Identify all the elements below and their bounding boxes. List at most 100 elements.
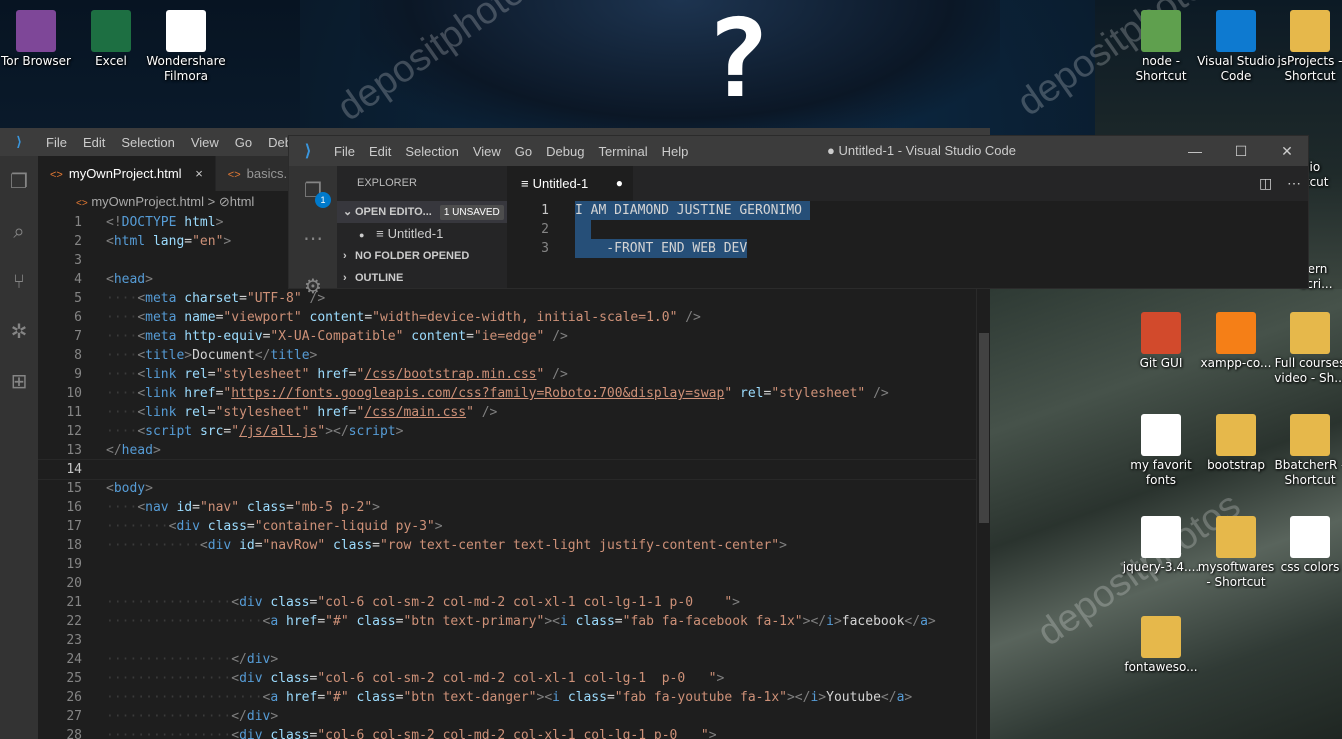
desktop-icon[interactable]: jsProjects - Shortcut xyxy=(1270,10,1342,84)
html-file-icon: <> xyxy=(50,169,63,181)
code-line[interactable]: 25 ················<div class="col-6 col-… xyxy=(38,669,976,688)
code-line[interactable]: 23 xyxy=(38,631,976,650)
more-icon[interactable]: ⋯ xyxy=(289,214,337,262)
desktop-icon[interactable]: Visual Studio Code xyxy=(1196,10,1276,84)
desktop-icon[interactable]: Git GUI xyxy=(1121,312,1201,371)
minimize-icon[interactable]: — xyxy=(1172,136,1218,166)
menu-file[interactable]: File xyxy=(38,135,75,150)
open-file-item[interactable]: ● ≡ Untitled-1 xyxy=(337,223,507,245)
menu-go[interactable]: Go xyxy=(508,144,539,159)
desktop-icon[interactable]: mysoftwares - Shortcut xyxy=(1196,516,1276,590)
code-line[interactable]: 2 xyxy=(507,220,1298,239)
desktop-icon[interactable]: xampp-co... xyxy=(1196,312,1276,371)
file-label: Untitled-1 xyxy=(387,226,444,241)
desktop-icon[interactable]: jquery-3.4.... xyxy=(1121,516,1201,575)
outline-section[interactable]: › OUTLINE xyxy=(337,267,507,289)
desktop-icon[interactable]: css colors xyxy=(1270,516,1342,575)
desktop-icon[interactable]: BbatcherR - Shortcut xyxy=(1270,414,1342,488)
code-line[interactable]: 10 ····<link href="https://fonts.googleap… xyxy=(38,384,976,403)
code-editor[interactable]: 1 I AM DIAMOND JUSTINE GERONIMO 2 3 -FRON… xyxy=(507,201,1298,288)
debug-icon[interactable]: ✲ xyxy=(0,306,38,356)
code-line[interactable]: 12 ····<script src="/js/all.js"></script> xyxy=(38,422,976,441)
code-line[interactable]: 7 ····<meta http-equiv="X-UA-Compatible" … xyxy=(38,327,976,346)
file-icon xyxy=(166,10,206,52)
unsaved-dot-icon[interactable]: ● xyxy=(616,166,623,201)
breadcrumb-node[interactable]: html xyxy=(230,194,255,209)
code-text: <body> xyxy=(106,481,153,496)
menu-go[interactable]: Go xyxy=(227,135,260,150)
tab-untitled[interactable]: ≡ Untitled-1 ● xyxy=(507,166,633,201)
desktop-icon[interactable]: bootstrap xyxy=(1196,414,1276,473)
open-editors-section[interactable]: ⌄ OPEN EDITO... 1 UNSAVED xyxy=(337,201,507,223)
element-icon: ⊘ xyxy=(218,194,230,209)
menu-help[interactable]: Help xyxy=(655,144,696,159)
activity-bar: ❐ ⌕ ⑂ ✲ ⊞ xyxy=(0,156,38,739)
code-line[interactable]: 20 xyxy=(38,574,976,593)
question-mark-graphic: ? xyxy=(705,0,771,122)
desktop-icon[interactable]: my favorit fonts xyxy=(1121,414,1201,488)
code-line[interactable]: 1 I AM DIAMOND JUSTINE GERONIMO xyxy=(507,201,1298,220)
menu-selection[interactable]: Selection xyxy=(113,135,182,150)
extensions-icon[interactable]: ⊞ xyxy=(0,356,38,406)
code-line[interactable]: 24 ················</div> xyxy=(38,650,976,669)
code-line[interactable]: 28 ················<div class="col-6 col-… xyxy=(38,726,976,739)
search-icon[interactable]: ⌕ xyxy=(0,206,38,256)
menu-edit[interactable]: Edit xyxy=(362,144,398,159)
explorer-icon[interactable]: ❐ 1 xyxy=(289,166,337,214)
code-line[interactable]: 3 -FRONT END WEB DEV xyxy=(507,239,1298,258)
desktop-icon[interactable]: Tor Browser xyxy=(0,10,76,69)
code-text: ····················<a href="#" class="b… xyxy=(106,614,936,629)
menu-terminal[interactable]: Terminal xyxy=(591,144,654,159)
code-line[interactable]: 16 ····<nav id="nav" class="mb-5 p-2"> xyxy=(38,498,976,517)
explorer-icon[interactable]: ❐ xyxy=(0,156,38,206)
desktop-icon-label: mysoftwares - Shortcut xyxy=(1197,560,1275,589)
code-line[interactable]: 26 ····················<a href="#" class=… xyxy=(38,688,976,707)
desktop-icon[interactable]: node - Shortcut xyxy=(1121,10,1201,84)
chevron-right-icon: › xyxy=(343,250,347,262)
html-file-icon: <> xyxy=(76,198,88,209)
code-line[interactable]: 18 ············<div id="navRow" class="ro… xyxy=(38,536,976,555)
code-line[interactable]: 19 xyxy=(38,555,976,574)
folder-icon xyxy=(1216,516,1256,558)
line-number: 2 xyxy=(541,222,549,237)
desktop-icon[interactable]: fontaweso... xyxy=(1121,616,1201,675)
code-line[interactable]: 9 ····<link rel="stylesheet" href="/css/b… xyxy=(38,365,976,384)
code-line[interactable]: 11 ····<link rel="stylesheet" href="/css/… xyxy=(38,403,976,422)
code-line[interactable]: 22 ····················<a href="#" class=… xyxy=(38,612,976,631)
editor-scrollbar[interactable] xyxy=(976,213,990,739)
code-line[interactable]: 6 ····<meta name="viewport" content="widt… xyxy=(38,308,976,327)
close-icon[interactable]: ✕ xyxy=(1264,136,1310,166)
maximize-icon[interactable]: ☐ xyxy=(1218,136,1264,166)
menu-file[interactable]: File xyxy=(327,144,362,159)
code-line[interactable]: 8 ····<title>Document</title> xyxy=(38,346,976,365)
code-line[interactable]: 15 <body> xyxy=(38,479,976,498)
breadcrumb-file[interactable]: myOwnProject.html xyxy=(91,194,204,209)
code-line[interactable]: 27 ················</div> xyxy=(38,707,976,726)
gear-icon[interactable]: ⚙ xyxy=(289,262,337,310)
more-actions-icon[interactable]: ⋯ xyxy=(1287,166,1301,201)
menu-debug[interactable]: Debug xyxy=(539,144,591,159)
code-line[interactable]: 14 xyxy=(38,459,976,480)
desktop-icon[interactable]: Wondershare Filmora xyxy=(146,10,226,84)
code-line[interactable]: 17 ········<div class="container-liquid p… xyxy=(38,517,976,536)
tab-myownproject[interactable]: <> myOwnProject.html × xyxy=(38,156,216,191)
menu-selection[interactable]: Selection xyxy=(398,144,465,159)
code-text: ················</div> xyxy=(106,709,279,724)
close-icon[interactable]: × xyxy=(195,166,203,181)
menu-view[interactable]: View xyxy=(183,135,227,150)
code-editor[interactable]: 1 <!DOCTYPE html> 2 <html lang="en"> 3 4 <head… xyxy=(38,213,976,739)
code-text: ····················<a href="#" class="b… xyxy=(106,690,913,705)
line-number: 9 xyxy=(74,367,82,382)
no-folder-section[interactable]: › NO FOLDER OPENED xyxy=(337,245,507,267)
code-line[interactable]: 21 ················<div class="col-6 col-… xyxy=(38,593,976,612)
desktop-icon[interactable]: Excel xyxy=(71,10,151,69)
menu-edit[interactable]: Edit xyxy=(75,135,113,150)
code-line[interactable]: 5 ····<meta charset="UTF-8" /> xyxy=(38,289,976,308)
source-control-icon[interactable]: ⑂ xyxy=(0,256,38,306)
code-line[interactable]: 13 </head> xyxy=(38,441,976,460)
scrollbar-thumb[interactable] xyxy=(979,333,989,523)
menu-view[interactable]: View xyxy=(466,144,508,159)
split-editor-icon[interactable]: ◫ xyxy=(1259,166,1272,201)
desktop-icon[interactable]: Full courses video - Sh... xyxy=(1270,312,1342,386)
line-number: 17 xyxy=(66,519,82,534)
